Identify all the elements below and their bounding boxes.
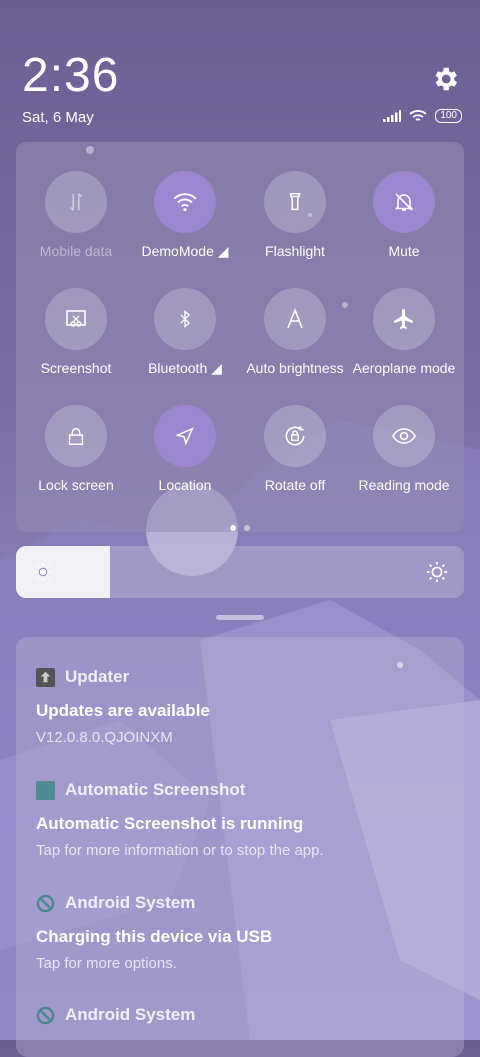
wifi-status-icon [409,110,427,121]
tile-label: Location [158,477,212,493]
tile-lock-screen[interactable]: Lock screen [21,405,131,493]
tile-auto-brightness[interactable]: Auto brightness [240,288,350,376]
date: Sat, 6 May [22,109,94,126]
bluetooth-icon [180,310,191,328]
app-square-icon [36,780,55,800]
flashlight-icon [289,193,301,211]
tile-label: Mute [388,243,420,259]
notification-app-name: Android System [65,893,196,912]
page-dot [244,525,250,531]
drag-handle[interactable] [216,615,264,620]
aeroplane-icon [394,309,413,329]
tile-mute[interactable]: Mute [349,171,459,259]
notification-app-name: Android System [65,1005,196,1024]
notification-title: Charging this device via USB [36,927,273,946]
notification-item[interactable]: Android System Charging this device via … [36,893,456,972]
tile-label: Auto brightness [246,360,344,376]
tile-location[interactable]: Location [130,405,240,493]
quick-settings-panel: Mobile data DemoMode ◢ Flashlight Mute S… [16,142,464,532]
android-system-icon [36,1006,55,1025]
tile-rotate-off[interactable]: Rotate off [240,405,350,493]
tile-label: Screenshot [40,360,112,376]
auto-brightness-icon [287,307,303,329]
status-header: 2:36 Sat, 6 May 100 [0,0,480,140]
tile-label: Reading mode [358,477,450,493]
tile-label: Rotate off [264,477,326,493]
tile-aeroplane-mode[interactable]: Aeroplane mode [349,288,459,376]
brightness-high-icon [426,561,448,583]
notification-app-name: Automatic Screenshot [65,780,246,799]
page-indicator [16,518,464,536]
tile-label: Mobile data [39,243,113,259]
notification-app-name: Updater [65,667,130,686]
rotate-lock-icon [285,426,305,446]
tile-bluetooth[interactable]: Bluetooth ◢ [130,288,240,377]
lock-icon [68,427,84,445]
screenshot-icon [66,310,86,327]
wifi-icon [173,193,197,212]
notification-body: V12.0.8.0.QJOINXM [36,729,173,746]
android-system-icon [36,894,55,913]
mute-bell-icon [394,193,414,211]
notification-item[interactable]: Android System [36,1005,456,1025]
eye-icon [392,428,416,444]
notification-item[interactable]: Automatic Screenshot Automatic Screensho… [36,780,456,859]
tile-label: Aeroplane mode [352,360,456,376]
brightness-low-icon [34,563,52,581]
tile-label: Flashlight [265,243,325,259]
gear-icon[interactable] [430,64,460,94]
tile-label: Bluetooth ◢ [148,360,222,376]
status-icons: 100 [383,109,462,123]
brightness-fill [16,546,111,598]
notification-title: Automatic Screenshot is running [36,814,304,833]
tile-reading-mode[interactable]: Reading mode [349,405,459,493]
tile-screenshot[interactable]: Screenshot [21,288,131,376]
signal-icon [383,110,402,122]
notification-panel: Updater Updates are available V12.0.8.0.… [16,637,464,1057]
mobile-data-icon [69,193,83,211]
tile-flashlight[interactable]: Flashlight [240,171,350,259]
brightness-slider[interactable] [16,546,464,598]
updater-icon [36,667,55,687]
tile-label: DemoMode ◢ [141,243,229,259]
tile-label: Lock screen [38,477,114,493]
page-dot [230,525,236,531]
tile-demomode-wifi[interactable]: DemoMode ◢ [130,171,240,260]
tile-mobile-data[interactable]: Mobile data [21,171,131,259]
notification-title: Updates are available [36,701,210,720]
notification-body: Tap for more information or to stop the … [36,842,324,859]
notification-body: Tap for more options. [36,955,177,972]
location-icon [175,427,194,446]
clock: 2:36 [22,49,120,102]
notification-item[interactable]: Updater Updates are available V12.0.8.0.… [36,667,456,746]
battery-indicator: 100 [435,109,462,123]
